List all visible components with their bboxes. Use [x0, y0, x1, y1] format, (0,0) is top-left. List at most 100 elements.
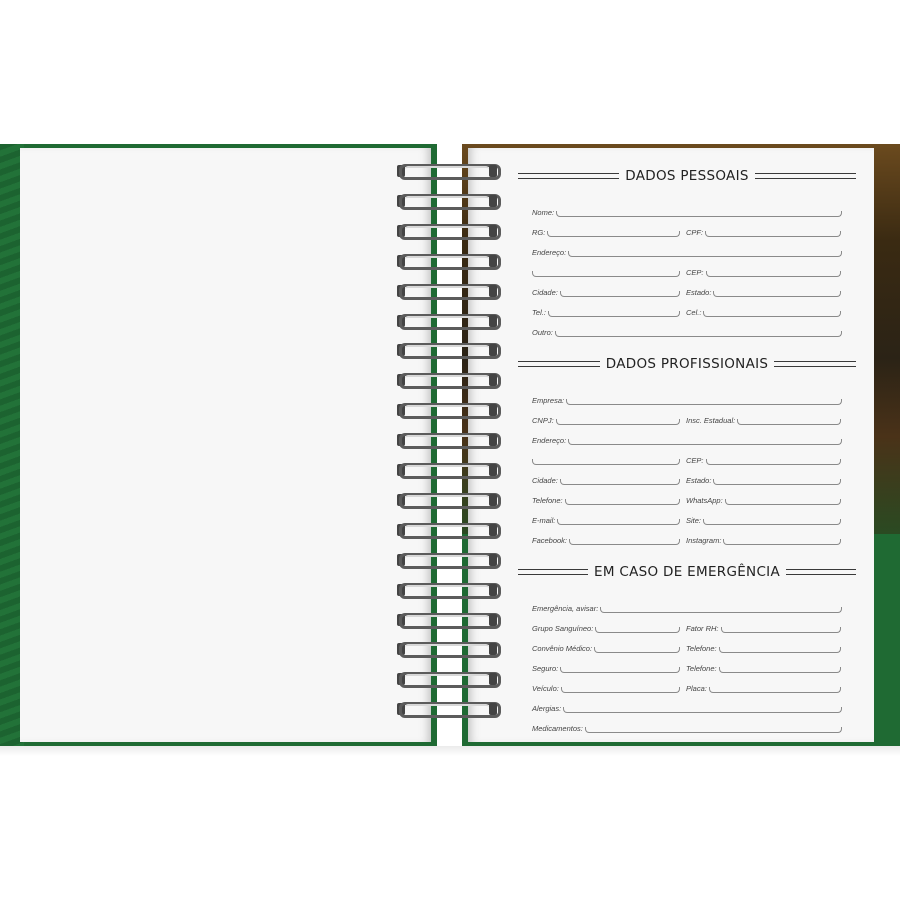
field-label: CEP:: [686, 268, 704, 277]
field-medicamentos[interactable]: Medicamentos:: [532, 724, 842, 735]
write-line: [560, 667, 680, 673]
write-line: [718, 667, 841, 673]
field-estado[interactable]: Estado:: [686, 288, 841, 299]
spiral-coil: [397, 551, 501, 569]
write-line: [564, 499, 680, 505]
field-label: Insc. Estadual:: [686, 416, 736, 425]
field-label: Placa:: [686, 684, 707, 693]
field-endereco-prof-2[interactable]: [532, 459, 680, 467]
field-label: Endereço:: [532, 436, 567, 445]
field-email[interactable]: E-mail:: [532, 516, 680, 527]
header-rule: [518, 173, 620, 179]
field-cep[interactable]: CEP:: [686, 268, 841, 279]
field-cidade[interactable]: Cidade:: [532, 288, 680, 299]
spiral-coil: [397, 461, 501, 479]
write-line: [569, 539, 680, 545]
spiral-coil: [397, 431, 501, 450]
spiral-coil: [397, 700, 501, 719]
field-tel[interactable]: Tel.:: [532, 308, 680, 319]
header-rule: [518, 569, 589, 575]
field-label: WhatsApp:: [686, 496, 723, 505]
field-label: Facebook:: [532, 536, 568, 545]
field-label: E-mail:: [532, 516, 556, 525]
field-cnpj[interactable]: CNPJ:: [532, 416, 680, 427]
field-label: Fator RH:: [686, 624, 719, 633]
field-label: Endereço:: [532, 248, 567, 257]
spiral-coil: [397, 581, 501, 599]
section-header-personal: DADOS PESSOAIS: [518, 165, 856, 187]
field-outro[interactable]: Outro:: [532, 328, 842, 339]
write-line: [737, 419, 841, 425]
section-header-emergency: EM CASO DE EMERGÊNCIA: [518, 561, 857, 583]
field-label: Cel.:: [686, 308, 702, 317]
section-title: DADOS PROFISSIONAIS: [605, 356, 769, 372]
section-title: EM CASO DE EMERGÊNCIA: [594, 564, 780, 580]
spiral-coil: [397, 162, 501, 180]
spiral-coil: [397, 192, 501, 210]
write-line: [594, 647, 680, 653]
section-title: DADOS PESSOAIS: [625, 168, 749, 184]
book-shadow: [0, 746, 900, 756]
spiral-coil: [397, 252, 501, 270]
field-label: Empresa:: [532, 396, 565, 405]
field-alergias[interactable]: Alergias:: [532, 704, 842, 715]
field-emergencia-avisar[interactable]: Emergência, avisar:: [532, 604, 842, 615]
write-line: [555, 419, 680, 425]
write-line: [559, 291, 680, 297]
write-line: [705, 271, 841, 277]
write-line: [584, 727, 842, 733]
field-endereco-2[interactable]: [532, 271, 680, 279]
field-fator-rh[interactable]: Fator RH:: [686, 624, 841, 635]
field-label: Telefone:: [532, 496, 563, 505]
write-line: [568, 439, 842, 445]
field-site[interactable]: Site:: [686, 516, 841, 527]
field-cpf[interactable]: CPF:: [686, 228, 841, 239]
field-endereco-prof[interactable]: Endereço:: [532, 436, 842, 447]
write-line: [713, 291, 841, 297]
field-insc-estadual[interactable]: Insc. Estadual:: [686, 416, 841, 427]
field-estado-prof[interactable]: Estado:: [686, 476, 841, 487]
field-telefone-prof[interactable]: Telefone:: [532, 496, 680, 507]
spiral-coil: [397, 341, 501, 360]
header-rule: [754, 173, 856, 179]
field-cidade-prof[interactable]: Cidade:: [532, 476, 680, 487]
personal-data-form: DADOS PESSOAIS Nome: RG: CPF: Endereço: …: [518, 165, 857, 735]
field-cel[interactable]: Cel.:: [686, 308, 841, 319]
field-label: Estado:: [686, 476, 712, 485]
field-endereco[interactable]: Endereço:: [532, 248, 842, 259]
field-cep-prof[interactable]: CEP:: [686, 456, 841, 467]
write-line: [566, 399, 842, 405]
write-line: [554, 331, 842, 337]
write-line: [547, 231, 680, 237]
field-facebook[interactable]: Facebook:: [532, 536, 680, 547]
field-whatsapp[interactable]: WhatsApp:: [686, 496, 841, 507]
field-grupo-sanguineo[interactable]: Grupo Sanguíneo:: [532, 624, 680, 635]
spiral-coil: [397, 640, 501, 659]
write-line: [563, 707, 842, 713]
field-label: RG:: [532, 228, 546, 237]
write-line: [595, 627, 680, 633]
field-nome[interactable]: Nome:: [532, 208, 842, 219]
field-label: Nome:: [532, 208, 555, 217]
field-veiculo[interactable]: Veículo:: [532, 684, 680, 695]
field-telefone-seguro[interactable]: Telefone:: [686, 664, 841, 675]
field-label: Telefone:: [686, 644, 717, 653]
field-label: Instagram:: [686, 536, 722, 545]
header-rule: [518, 361, 600, 367]
spiral-coil: [397, 521, 501, 539]
blank-left-page: [20, 148, 431, 742]
field-convenio[interactable]: Convênio Médico:: [532, 644, 680, 655]
field-instagram[interactable]: Instagram:: [686, 536, 841, 547]
spiral-coil: [397, 312, 501, 330]
field-seguro[interactable]: Seguro:: [532, 664, 680, 675]
section-header-professional: DADOS PROFISSIONAIS: [518, 353, 856, 375]
field-rg[interactable]: RG:: [532, 228, 680, 239]
field-empresa[interactable]: Empresa:: [532, 396, 842, 407]
write-line: [557, 519, 680, 525]
field-label: Emergência, avisar:: [532, 604, 599, 613]
field-telefone-convenio[interactable]: Telefone:: [686, 644, 841, 655]
write-line: [560, 687, 680, 693]
field-placa[interactable]: Placa:: [686, 684, 841, 695]
write-line: [532, 271, 680, 277]
spiral-coil: [397, 371, 501, 390]
